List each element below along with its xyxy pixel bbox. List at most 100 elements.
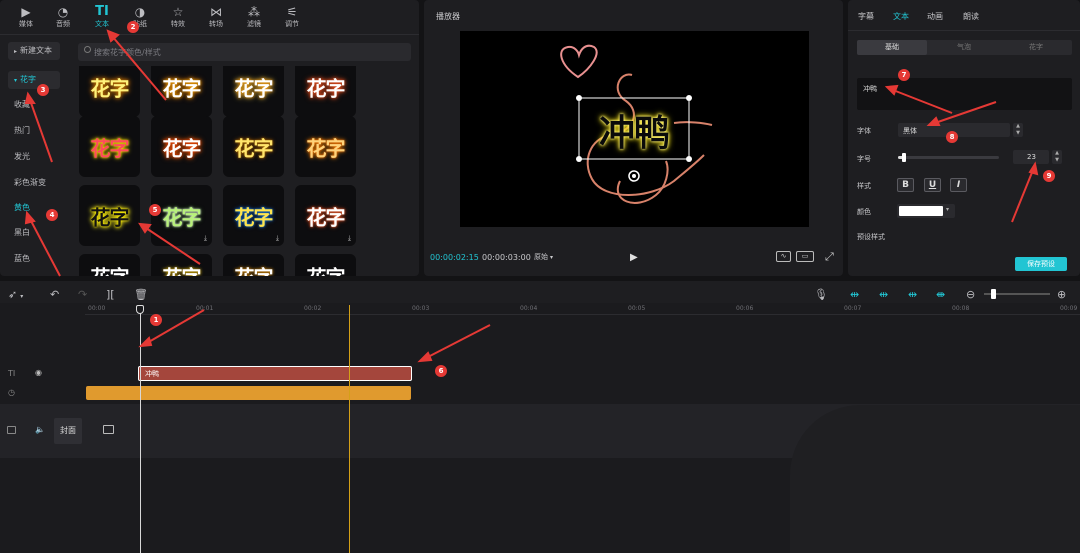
style-tile[interactable]: 花字 <box>223 116 284 177</box>
color-picker[interactable]: ▾ <box>897 204 955 218</box>
size-slider[interactable] <box>898 153 999 162</box>
adjust-icon: ⚟ <box>286 5 298 19</box>
link-button-2[interactable]: ⇹ <box>879 288 888 301</box>
redo-button[interactable]: ↷ <box>78 288 87 301</box>
search-box[interactable]: 搜索花字颜色/样式 <box>78 43 411 61</box>
total-time: 00:00:03:00 <box>482 253 531 262</box>
subtab-basic[interactable]: 基础 <box>857 40 927 55</box>
save-preset-button[interactable]: 保存预设 <box>1015 257 1067 271</box>
font-stepper[interactable]: ▲ ▼ <box>1013 123 1023 137</box>
zoom-slider-thumb[interactable] <box>991 289 996 299</box>
ratio-dropdown[interactable]: 原始 ▾ <box>534 252 553 262</box>
top-tab-bar: ▶ 媒体 ◔ 音频 TI 文本 ◑ 贴纸 ☆ 特效 ⋈ 转场 ⁂ 滤镜 ⚟ 调节 <box>0 0 419 34</box>
playhead-handle[interactable] <box>136 305 144 314</box>
undo-button[interactable]: ↶ <box>50 288 59 301</box>
eye-icon[interactable]: ◉ <box>35 368 42 377</box>
tab-read-aloud[interactable]: 朗读 <box>963 11 979 22</box>
delete-button[interactable]: 🗑 <box>134 288 148 301</box>
mute-icon[interactable]: 🔈 <box>35 425 45 434</box>
style-label: 样式 <box>857 182 871 190</box>
style-tile-selected[interactable]: 花字 <box>79 185 140 246</box>
link-button-3[interactable]: ⇹ <box>908 288 917 301</box>
zoom-in-button[interactable]: ⊕ <box>1057 288 1066 301</box>
style-tile[interactable]: 花字 <box>79 116 140 177</box>
zoom-out-button[interactable]: ⊖ <box>966 288 975 301</box>
canvas-caption[interactable]: 冲鸭 <box>589 104 679 156</box>
chevron-down-icon: ▾ <box>550 254 554 261</box>
style-tile[interactable]: 花字 <box>79 254 140 276</box>
play-button[interactable]: ▶ <box>630 252 638 263</box>
waveform-button[interactable]: ∿ <box>776 251 791 262</box>
subtab-bubble[interactable]: 气泡 <box>929 40 999 55</box>
bold-button[interactable]: B <box>897 178 914 192</box>
style-tile[interactable]: 花字 <box>223 66 284 117</box>
search-placeholder[interactable]: 搜索花字颜色/样式 <box>94 47 161 58</box>
zoom-slider[interactable] <box>984 289 1050 299</box>
sidebar-item-huazi[interactable]: ▾ 花字 <box>8 71 60 89</box>
text-clip[interactable]: 冲鸭 <box>138 366 412 381</box>
cover-button[interactable]: 封面 <box>54 418 82 444</box>
style-tile[interactable]: 花字 <box>295 66 356 117</box>
text-input-area[interactable]: 冲鸭 <box>857 78 1072 110</box>
size-input[interactable]: 23 <box>1013 150 1049 164</box>
text-track-icon: TI <box>8 369 16 378</box>
sidebar-item-hot[interactable]: 热门 <box>8 122 60 140</box>
italic-button[interactable]: I <box>950 178 967 192</box>
tab-filter[interactable]: ⁂ 滤镜 <box>237 4 271 32</box>
waveform-icon: ∿ <box>780 252 787 260</box>
link-button-1[interactable]: ⇹ <box>850 288 859 301</box>
select-tool[interactable]: ➶ ▾ <box>8 288 23 301</box>
mic-button[interactable]: 🎙 <box>814 288 828 301</box>
style-tile[interactable]: 花字 <box>295 254 356 276</box>
tab-effects[interactable]: ☆ 特效 <box>161 4 195 32</box>
size-slider-thumb[interactable] <box>902 153 906 162</box>
tab-transition[interactable]: ⋈ 转场 <box>199 4 233 32</box>
tab-animation[interactable]: 动画 <box>927 11 943 22</box>
style-tile[interactable]: 花字 <box>295 116 356 177</box>
tab-text[interactable]: TI 文本 <box>85 4 119 32</box>
sidebar-item-favorites[interactable]: 收藏 <box>8 96 60 114</box>
style-tile[interactable]: 花字 ⤓ <box>151 185 212 246</box>
style-tile[interactable]: 花字 <box>151 66 212 117</box>
sidebar-item-blue[interactable]: 蓝色 <box>8 250 60 268</box>
download-icon[interactable]: ⤓ <box>276 234 279 243</box>
subtab-bar: 基础 气泡 花字 <box>857 40 1072 55</box>
download-icon[interactable]: ⤓ <box>348 234 351 243</box>
link-button-4[interactable]: ⇼ <box>936 288 945 301</box>
tab-text-inspector[interactable]: 文本 <box>893 11 909 22</box>
annotation-badge: 8 <box>946 131 958 143</box>
style-tile[interactable]: 花字 <box>151 254 212 276</box>
style-tile[interactable]: 花字 ⤓ <box>295 185 356 246</box>
track-lock-icon[interactable] <box>7 426 16 434</box>
ruler-tick-label: 00:09 <box>1060 305 1078 312</box>
current-time: 00:00:02:15 <box>430 253 479 262</box>
tab-media[interactable]: ▶ 媒体 <box>9 4 43 32</box>
split-button[interactable]: ][ <box>106 288 115 301</box>
size-stepper[interactable]: ▲ ▼ <box>1052 150 1062 164</box>
new-text-button[interactable]: ▸ 新建文本 <box>8 42 60 60</box>
sidebar-item-glow[interactable]: 发光 <box>8 148 60 166</box>
underline-button[interactable]: U <box>924 178 941 192</box>
style-tile[interactable]: 花字 <box>223 254 284 276</box>
fullscreen-button[interactable]: ⤢ <box>825 251 834 262</box>
download-icon[interactable]: ⤓ <box>204 234 207 243</box>
marker-line <box>349 305 350 553</box>
style-tile[interactable]: 花字 <box>79 66 140 117</box>
resize-handle <box>686 95 692 101</box>
style-tile[interactable]: 花字 <box>151 116 212 177</box>
ruler[interactable] <box>85 303 1080 315</box>
transition-icon: ⋈ <box>210 5 222 19</box>
sidebar-item-gradient[interactable]: 彩色渐变 <box>8 174 60 192</box>
tab-audio[interactable]: ◔ 音频 <box>46 4 80 32</box>
orange-clip[interactable] <box>86 386 411 400</box>
sidebar-item-bw[interactable]: 黑白 <box>8 224 60 242</box>
video-canvas[interactable]: 冲鸭 <box>460 31 809 227</box>
playhead-line[interactable] <box>140 309 141 553</box>
subtab-huazi[interactable]: 花字 <box>1001 40 1071 55</box>
style-grid: 花字 花字 花字 花字 花字 花字 花字 花字 花字 花字⤓ 花字⤓ 花字⤓ 花… <box>76 66 416 276</box>
style-tile[interactable]: 花字 ⤓ <box>223 185 284 246</box>
filter-icon: ⁂ <box>248 5 260 19</box>
tab-subtitle[interactable]: 字幕 <box>858 11 874 22</box>
fit-button[interactable]: ▭ <box>796 251 814 262</box>
tab-adjust[interactable]: ⚟ 调节 <box>275 4 309 32</box>
